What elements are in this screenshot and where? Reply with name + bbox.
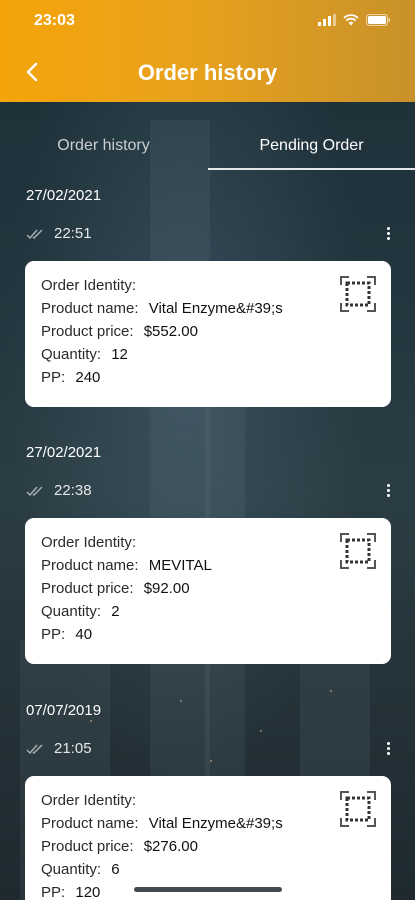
product-price-label: Product price: <box>41 580 134 597</box>
order-time-row: 22:51 <box>26 225 92 242</box>
home-indicator[interactable] <box>134 887 282 892</box>
order-identity-label: Order Identity: <box>41 277 137 294</box>
qr-code-icon[interactable] <box>339 790 377 828</box>
status-icons <box>318 14 391 26</box>
double-check-icon <box>26 229 43 239</box>
quantity-value: 2 <box>111 603 120 620</box>
qr-code-icon[interactable] <box>339 532 377 570</box>
pp-row: PP: 120 <box>41 884 100 900</box>
pp-value: 40 <box>75 626 93 643</box>
product-name-label: Product name: <box>41 557 139 574</box>
pp-label: PP: <box>41 369 66 386</box>
product-price-value: $276.00 <box>143 838 198 855</box>
order-time: 22:38 <box>54 482 92 499</box>
order-identity-label: Order Identity: <box>41 534 137 551</box>
quantity-label: Quantity: <box>41 346 102 363</box>
order-identity-row: Order Identity: <box>41 792 142 809</box>
battery-icon <box>366 14 390 26</box>
quantity-row: Quantity: 2 <box>41 603 120 620</box>
wifi-icon <box>343 14 359 26</box>
active-tab-indicator <box>208 168 415 170</box>
product-price-row: Product price: $276.00 <box>41 838 198 855</box>
order-time: 21:05 <box>54 740 92 757</box>
product-name-row: Product name: Vital Enzyme&#39;s <box>41 300 283 317</box>
product-name-label: Product name: <box>41 300 139 317</box>
pp-value: 120 <box>75 884 101 900</box>
order-card[interactable]: Order Identity: Product name: Vital Enzy… <box>25 776 391 900</box>
cellular-signal-icon <box>318 14 336 26</box>
order-identity-row: Order Identity: <box>41 534 142 551</box>
product-name-value: MEVITAL <box>148 557 212 574</box>
quantity-row: Quantity: 12 <box>41 346 128 363</box>
quantity-value: 6 <box>111 861 120 878</box>
order-identity-label: Order Identity: <box>41 792 137 809</box>
product-price-row: Product price: $552.00 <box>41 323 198 340</box>
order-time: 22:51 <box>54 225 92 242</box>
order-time-row: 21:05 <box>26 740 92 757</box>
qr-code-icon[interactable] <box>339 275 377 313</box>
product-name-row: Product name: Vital Enzyme&#39;s <box>41 815 283 832</box>
order-date: 27/02/2021 <box>26 187 102 204</box>
app-header: 23:03 Order history <box>0 0 415 102</box>
product-price-row: Product price: $92.00 <box>41 580 190 597</box>
product-name-label: Product name: <box>41 815 139 832</box>
product-name-row: Product name: MEVITAL <box>41 557 212 574</box>
order-time-row: 22:38 <box>26 482 92 499</box>
tab-order-history[interactable]: Order history <box>0 122 207 170</box>
double-check-icon <box>26 486 43 496</box>
product-price-label: Product price: <box>41 838 134 855</box>
more-options-icon[interactable] <box>385 742 391 758</box>
pp-row: PP: 40 <box>41 626 92 643</box>
double-check-icon <box>26 744 43 754</box>
pp-value: 240 <box>75 369 101 386</box>
more-options-icon[interactable] <box>385 227 391 243</box>
product-name-value: Vital Enzyme&#39;s <box>148 815 283 832</box>
tab-pending-order[interactable]: Pending Order <box>208 122 415 170</box>
order-card[interactable]: Order Identity: Product name: Vital Enzy… <box>25 261 391 407</box>
product-name-value: Vital Enzyme&#39;s <box>148 300 283 317</box>
quantity-label: Quantity: <box>41 603 102 620</box>
quantity-row: Quantity: 6 <box>41 861 120 878</box>
quantity-label: Quantity: <box>41 861 102 878</box>
order-identity-row: Order Identity: <box>41 277 142 294</box>
product-price-label: Product price: <box>41 323 134 340</box>
order-date: 27/02/2021 <box>26 444 102 461</box>
product-price-value: $92.00 <box>143 580 190 597</box>
pp-row: PP: 240 <box>41 369 100 386</box>
order-card[interactable]: Order Identity: Product name: MEVITAL Pr… <box>25 518 391 664</box>
quantity-value: 12 <box>111 346 128 363</box>
order-date: 07/07/2019 <box>26 702 102 719</box>
status-time: 23:03 <box>34 12 75 29</box>
tab-bar: Order history Pending Order <box>0 122 415 172</box>
pp-label: PP: <box>41 884 66 900</box>
pp-label: PP: <box>41 626 66 643</box>
more-options-icon[interactable] <box>385 484 391 500</box>
product-price-value: $552.00 <box>143 323 198 340</box>
page-title: Order history <box>137 60 278 85</box>
